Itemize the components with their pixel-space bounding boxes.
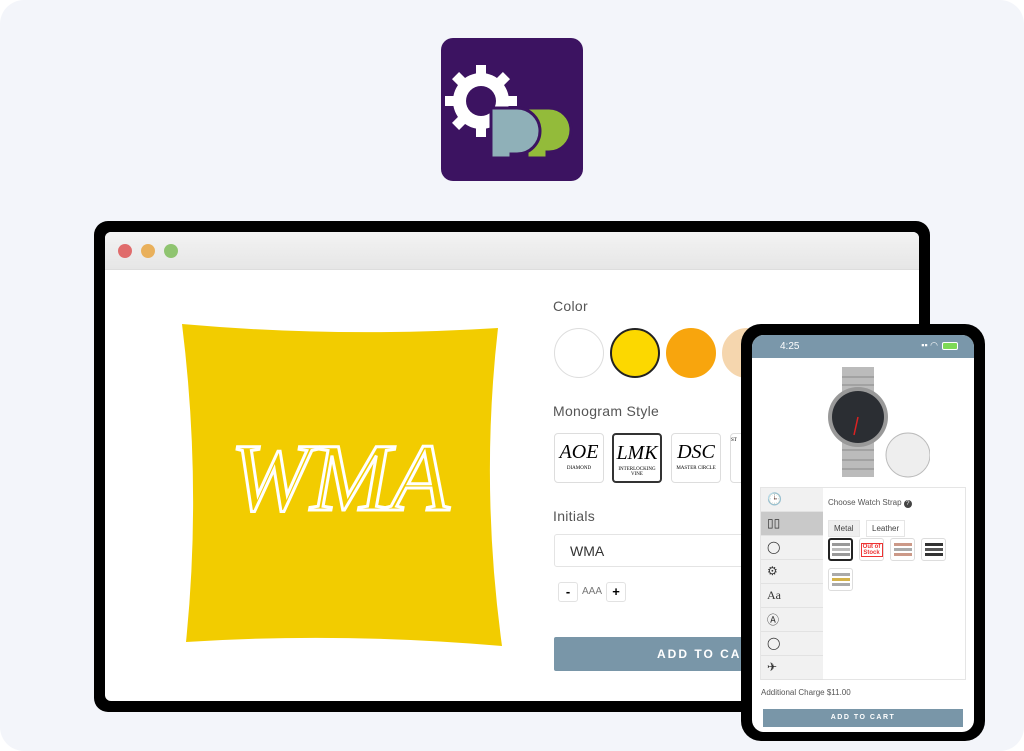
tab-font-icon[interactable]: Aa (761, 584, 823, 608)
section-title-text: Choose Watch Strap (828, 498, 902, 507)
style-caption: Interlocking Vine (618, 467, 656, 477)
pillow-monogram: WMA (231, 424, 450, 531)
color-label: Color (553, 298, 588, 314)
monogram-style-interlocking-vine[interactable]: LMK Interlocking Vine (612, 433, 662, 483)
section-title: Choose Watch Strap ? (828, 498, 912, 508)
close-window-button[interactable] (118, 244, 132, 258)
strap-rose-gold[interactable] (890, 538, 915, 561)
tab-ring-icon[interactable]: ◯ (761, 536, 823, 560)
signal-wifi-icon: ▪▪ ◠ (921, 340, 938, 350)
strap-out-of-stock[interactable]: Out of Stock (859, 538, 884, 561)
status-bar: 4:25 ▪▪ ◠ (752, 335, 974, 358)
font-size-decrease-button[interactable]: - (558, 582, 578, 602)
color-swatch-orange[interactable] (666, 328, 716, 378)
initials-label: Initials (553, 508, 596, 524)
monogram-style-master-circle[interactable]: DSC Master Circle (671, 433, 721, 483)
customizer-tabs: 🕒 ▯▯ ◯ ⚙ Aa Ⓐ ◯ ✈ (761, 488, 823, 680)
window-titlebar (105, 232, 919, 270)
tab-gears-icon[interactable]: ⚙ (761, 560, 823, 584)
tab-watch-face-icon[interactable]: 🕒 (761, 488, 823, 512)
font-size-label: AAA (582, 586, 603, 597)
style-caption: Diamond (566, 466, 592, 471)
option-leather-button[interactable]: Leather (866, 520, 906, 537)
style-caption: Master Circle (676, 466, 716, 471)
strap-black[interactable] (921, 538, 946, 561)
minimize-window-button[interactable] (141, 244, 155, 258)
monogram-style-label: Monogram Style (553, 403, 660, 419)
help-icon[interactable]: ? (903, 500, 912, 508)
font-size-increase-button[interactable]: + (606, 582, 626, 602)
mobile-screen: 4:25 ▪▪ ◠ 🕒 ▯▯ ◯ ⚙ Aa Ⓐ ◯ ✈ Choose Watch… (752, 335, 974, 732)
product-image-pillow: WMA (180, 320, 505, 655)
gear-pp-logo-icon (445, 65, 573, 160)
watch-product-image (800, 365, 931, 488)
maximize-window-button[interactable] (164, 244, 178, 258)
tab-letter-icon[interactable]: Ⓐ (761, 608, 823, 632)
style-glyph: DSC (677, 441, 715, 463)
app-logo (441, 38, 583, 181)
tab-bezel-icon[interactable]: ◯ (761, 632, 823, 656)
mobile-add-to-cart-button[interactable]: ADD TO CART (763, 709, 963, 727)
option-metal-button[interactable]: Metal (828, 520, 860, 537)
style-glyph: AOE (559, 441, 599, 463)
color-swatch-yellow[interactable] (610, 328, 660, 378)
monogram-style-diamond[interactable]: AOE Diamond (554, 433, 604, 483)
strap-two-tone[interactable] (828, 568, 853, 591)
mobile-mockup: 4:25 ▪▪ ◠ 🕒 ▯▯ ◯ ⚙ Aa Ⓐ ◯ ✈ Choose Watch… (741, 324, 985, 741)
tab-strap-icon[interactable]: ▯▯ (761, 512, 823, 536)
style-glyph: LMK (616, 442, 658, 464)
color-swatch-white[interactable] (554, 328, 604, 378)
additional-charge: Additional Charge $11.00 (761, 688, 851, 697)
customizer-panel: 🕒 ▯▯ ◯ ⚙ Aa Ⓐ ◯ ✈ Choose Watch Strap ? M… (760, 487, 966, 680)
battery-icon (942, 342, 958, 350)
tab-shipping-icon[interactable]: ✈ (761, 656, 823, 680)
status-time: 4:25 (780, 341, 800, 352)
strap-silver[interactable] (828, 538, 853, 561)
out-of-stock-badge: Out of Stock (860, 542, 883, 557)
